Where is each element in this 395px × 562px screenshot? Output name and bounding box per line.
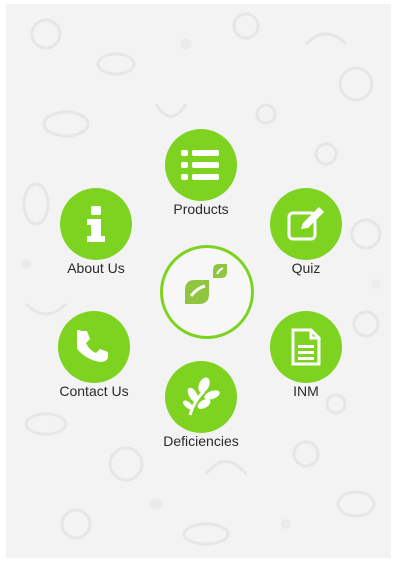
info-icon — [87, 206, 105, 242]
quiz-button[interactable]: Quiz — [251, 188, 361, 276]
edit-icon — [287, 207, 324, 241]
contact-us-label: Contact Us — [59, 383, 129, 399]
leaf-sprig-icon — [183, 377, 220, 416]
about-us-button[interactable]: About Us — [41, 188, 151, 276]
contact-us-button[interactable]: Contact Us — [39, 311, 149, 399]
about-us-label: About Us — [67, 260, 125, 276]
document-icon — [291, 328, 321, 366]
deficiencies-button[interactable]: Deficiencies — [146, 361, 256, 449]
quiz-label: Quiz — [291, 260, 321, 276]
products-button[interactable]: Products — [146, 129, 256, 217]
inm-label: INM — [293, 383, 319, 399]
list-icon — [181, 150, 219, 180]
deficiencies-label: Deficiencies — [163, 433, 239, 449]
products-label: Products — [173, 201, 229, 217]
inm-button[interactable]: INM — [251, 311, 361, 399]
app-logo-icon — [185, 264, 227, 304]
phone-icon — [77, 330, 108, 362]
app-logo — [160, 245, 254, 339]
home-screen: Products About Us Quiz Contact Us INM De… — [6, 4, 391, 558]
